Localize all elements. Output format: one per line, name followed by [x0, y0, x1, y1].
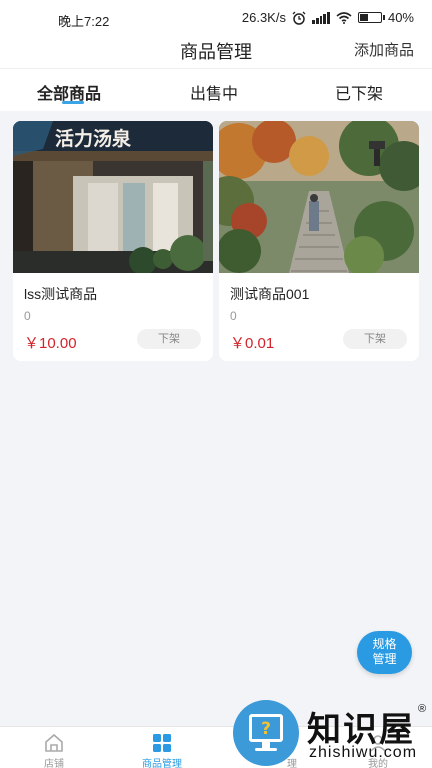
tab-off-shelf[interactable]: 已下架 [335, 80, 383, 104]
image-sign-text: 活力汤泉 [55, 127, 132, 150]
svg-text:?: ? [261, 719, 271, 739]
nav-product-management[interactable]: 商品管理 [108, 727, 216, 768]
product-price: ￥10.00 [24, 335, 77, 352]
monitor-help-icon: ? [249, 714, 283, 751]
signal-icon [311, 11, 330, 24]
status-icons: 26.3K/s 40% [242, 10, 414, 25]
product-card[interactable]: 活力汤泉 lss测试商品 0 ￥10.00 下架 [13, 121, 213, 361]
alarm-icon [292, 11, 306, 25]
spec-management-button[interactable]: 规格 管理 [357, 631, 412, 674]
watermark-domain: zhishiwu.com [309, 744, 418, 761]
product-name: lss测试商品 [24, 286, 98, 302]
battery-text: 40% [387, 10, 414, 25]
product-name: 测试商品001 [230, 286, 310, 302]
tab-indicator [62, 101, 84, 104]
product-image [219, 121, 419, 273]
wifi-icon [336, 11, 352, 24]
add-product-button[interactable]: 添加商品 [354, 39, 414, 60]
nav-label: 商品管理 [142, 759, 182, 768]
status-time: 晚上7:22 [58, 14, 110, 29]
product-count: 0 [24, 309, 31, 323]
grid-icon [153, 734, 171, 752]
tab-on-sale[interactable]: 出售中 [190, 80, 238, 104]
product-image: 活力汤泉 [13, 121, 213, 273]
battery-icon [357, 12, 385, 23]
tab-bar: 全部商品 出售中 已下架 [0, 68, 432, 111]
watermark: ? 知识屋 ® zhishiwu.com [233, 700, 432, 768]
nav-label: 店铺 [44, 759, 64, 768]
status-bar: 晚上7:22 26.3K/s 40% [0, 0, 432, 36]
network-speed: 26.3K/s [241, 10, 286, 25]
store-icon [45, 733, 63, 752]
spec-line1: 规格 [372, 637, 397, 651]
title-bar: 商品管理 添加商品 [0, 36, 432, 68]
watermark-logo: ? [233, 700, 299, 766]
product-price: ￥0.01 [230, 335, 275, 352]
spec-line2: 管理 [372, 652, 397, 666]
product-card[interactable]: 测试商品001 0 ￥0.01 下架 [219, 121, 419, 361]
product-count: 0 [230, 309, 237, 323]
take-down-button[interactable]: 下架 [137, 329, 201, 349]
take-down-button[interactable]: 下架 [343, 329, 407, 349]
nav-store[interactable]: 店铺 [0, 727, 108, 768]
watermark-reg: ® [418, 703, 427, 715]
